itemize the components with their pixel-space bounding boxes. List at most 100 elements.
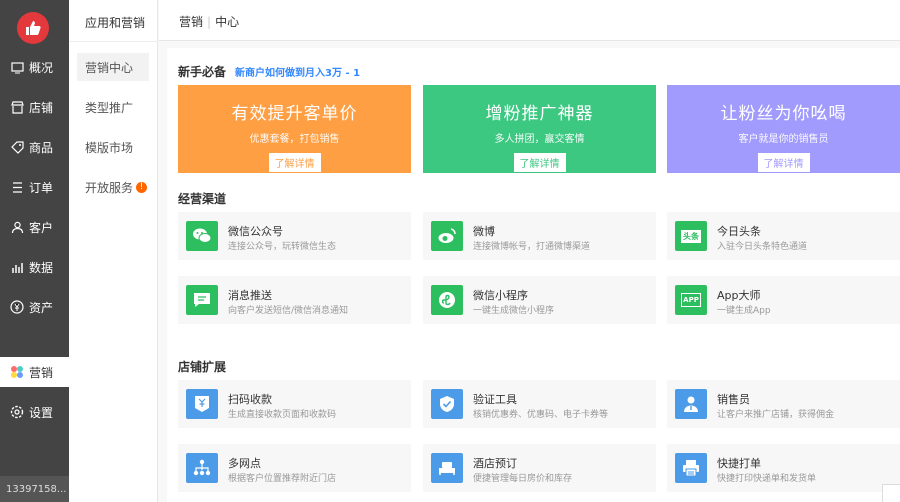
user-icon (10, 220, 24, 234)
card-description: 向客户发送短信/微信消息通知 (228, 306, 349, 316)
nav-item-label: 店铺 (29, 100, 54, 115)
card-description: 核销优惠券、优惠码、电子卡券等 (473, 410, 609, 420)
card-title: 今日头条 (717, 225, 761, 238)
card-description: 一键生成微信小程序 (473, 306, 555, 316)
shield-check-icon (431, 389, 463, 419)
nav-item-store[interactable]: 店铺 (0, 92, 69, 122)
user-account[interactable]: 13397158... (0, 476, 69, 502)
card-title: 多网点 (228, 457, 261, 470)
extension-card-hotel-booking[interactable]: 酒店预订 便捷管理每日房价和库存 (423, 444, 656, 492)
main-nav: 概况 店铺 商品 订单 客户 数据 资产 营销 设置 13397158... (0, 0, 69, 502)
secondary-nav-title: 应用和营销 (85, 16, 146, 30)
extension-card-salesperson[interactable]: 销售员 让客户来推广店铺，获得佣金 (667, 380, 900, 428)
channel-card-wechat[interactable]: 微信公众号 连接公众号，玩转微信生态 (178, 212, 411, 260)
card-description: 入驻今日头条特色通道 (717, 242, 808, 252)
salesperson-icon (675, 389, 707, 419)
nav-item-orders[interactable]: 订单 (0, 172, 69, 202)
dashboard-icon (10, 60, 24, 74)
nav-item-products[interactable]: 商品 (0, 132, 69, 162)
learn-more-button[interactable]: 了解详情 (268, 153, 321, 172)
card-title: 销售员 (717, 393, 750, 406)
hotel-bed-icon (431, 453, 463, 483)
card-title: 微博 (473, 225, 495, 238)
thumbs-up-icon (26, 21, 41, 35)
card-title: 酒店预订 (473, 457, 517, 470)
subnav-item-promotion[interactable]: 类型推广 (77, 93, 149, 121)
secondary-nav: 应用和营销 营销中心 类型推广 模版市场 开放服务 ! (69, 0, 158, 502)
card-title: 扫码收款 (228, 393, 272, 406)
section-title-store-extensions: 店铺扩展 (178, 360, 227, 374)
nav-item-overview[interactable]: 概况 (0, 52, 69, 82)
scroll-corner (882, 484, 900, 502)
nav-item-settings[interactable]: 设置 (0, 397, 69, 427)
nav-item-assets[interactable]: 资产 (0, 292, 69, 322)
channel-card-weibo[interactable]: 微博 连接微博帐号，打通微博渠道 (423, 212, 656, 260)
gear-icon (10, 405, 24, 419)
card-description: 一键生成App (717, 306, 771, 316)
nav-item-label: 概况 (29, 60, 54, 75)
breadcrumb-item: 中心 (215, 15, 240, 29)
extension-card-quick-print[interactable]: 快捷打单 快捷打印快递单和发货单 (667, 444, 900, 492)
nav-item-label: 资产 (29, 300, 54, 315)
banner-subtitle: 优惠套餐，打包销售 (249, 134, 340, 145)
nav-item-customers[interactable]: 客户 (0, 212, 69, 242)
qr-payment-icon (186, 389, 218, 419)
main-content: 新手必备 新商户如何做到月入3万 - 1 有效提升客单价 优惠套餐，打包销售 了… (167, 48, 900, 502)
section-title-channels: 经营渠道 (178, 192, 227, 206)
banner-subtitle: 多人拼团，赢交客情 (494, 134, 585, 145)
card-title: 微信公众号 (228, 225, 283, 238)
nav-item-data[interactable]: 数据 (0, 252, 69, 282)
subnav-item-open-service[interactable]: 开放服务 ! (77, 173, 149, 201)
breadcrumb-item[interactable]: 营销 (179, 15, 203, 29)
banner-title: 增粉推广神器 (485, 104, 594, 124)
tag-icon (10, 140, 24, 154)
nav-item-label: 客户 (29, 220, 54, 235)
channel-card-message-push[interactable]: 消息推送 向客户发送短信/微信消息通知 (178, 276, 411, 324)
store-icon (10, 100, 24, 114)
nav-item-label: 营销 (29, 365, 54, 380)
banner-card[interactable]: 让粉丝为你吆喝 客户就是你的销售员 了解详情 (667, 85, 900, 173)
learn-more-button[interactable]: 了解详情 (757, 153, 810, 172)
wechat-icon (186, 221, 218, 251)
banner-title: 有效提升客单价 (231, 104, 358, 124)
subnav-item-label: 开放服务 (85, 180, 134, 195)
card-description: 根据客户位置推荐附近门店 (228, 474, 337, 484)
promo-link[interactable]: 新商户如何做到月入3万 - 1 (235, 64, 360, 79)
banner-card[interactable]: 有效提升客单价 优惠套餐，打包销售 了解详情 (178, 85, 411, 173)
notification-badge: ! (136, 181, 148, 193)
nav-item-label: 数据 (29, 260, 54, 275)
toutiao-icon-text: 头条 (681, 229, 701, 243)
printer-icon (675, 453, 707, 483)
channel-card-mini-program[interactable]: 微信小程序 一键生成微信小程序 (423, 276, 656, 324)
extension-card-qr-payment[interactable]: 扫码收款 生成直接收款页面和收款码 (178, 380, 411, 428)
subnav-item-label: 模版市场 (85, 140, 134, 155)
channel-card-toutiao[interactable]: 头条 今日头条 入驻今日头条特色通道 (667, 212, 900, 260)
banner-subtitle: 客户就是你的销售员 (738, 134, 829, 145)
card-description: 让客户来推广店铺，获得佣金 (717, 410, 835, 420)
nav-item-marketing[interactable]: 营销 (0, 357, 69, 387)
bar-chart-icon (10, 260, 24, 274)
banner-card[interactable]: 增粉推广神器 多人拼团，赢交客情 了解详情 (423, 85, 656, 173)
logo[interactable] (17, 12, 49, 44)
card-title: 验证工具 (473, 393, 517, 406)
card-description: 连接公众号，玩转微信生态 (228, 242, 337, 252)
mini-program-icon (431, 285, 463, 315)
channel-card-app-master[interactable]: APP App大师 一键生成App (667, 276, 900, 324)
subnav-item-marketing-center[interactable]: 营销中心 (77, 53, 149, 81)
extension-card-multi-outlet[interactable]: 多网点 根据客户位置推荐附近门店 (178, 444, 411, 492)
card-title: 消息推送 (228, 289, 272, 302)
extension-card-verify-tool[interactable]: 验证工具 核销优惠券、优惠码、电子卡券等 (423, 380, 656, 428)
app-icon: APP (675, 285, 707, 315)
card-description: 便捷管理每日房价和库存 (473, 474, 573, 484)
card-description: 快捷打印快递单和发货单 (717, 474, 817, 484)
network-icon (186, 453, 218, 483)
card-title: 快捷打单 (717, 457, 761, 470)
weibo-icon (431, 221, 463, 251)
nav-item-label: 设置 (29, 405, 54, 420)
page-header: 营销 | 中心 (159, 0, 900, 41)
subnav-item-template-market[interactable]: 模版市场 (77, 133, 149, 161)
nav-item-label: 订单 (29, 180, 54, 195)
subnav-item-label: 类型推广 (85, 100, 134, 115)
breadcrumb-separator: | (207, 15, 212, 29)
learn-more-button[interactable]: 了解详情 (513, 153, 566, 172)
